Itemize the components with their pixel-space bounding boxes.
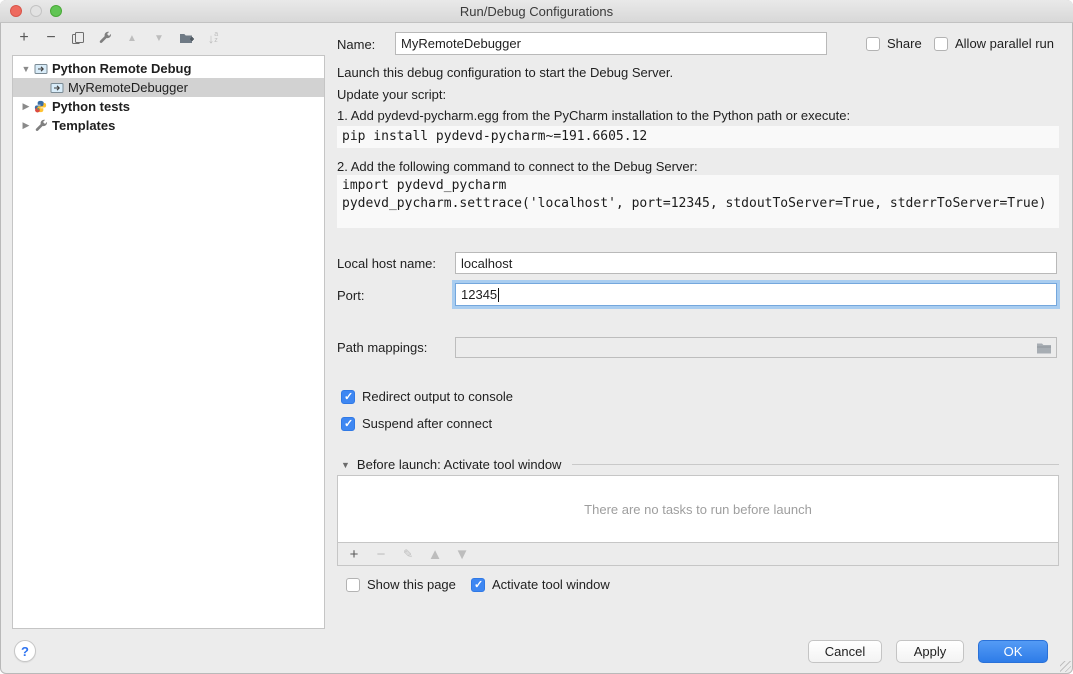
move-task-down-button[interactable]: ▼ (455, 547, 469, 561)
port-value: 12345 (461, 287, 497, 302)
suspend-after-connect-checkbox[interactable] (341, 417, 355, 431)
tree-item-label: Templates (52, 118, 115, 133)
pip-install-code: pip install pydevd-pycharm~=191.6605.12 (337, 126, 1059, 148)
browse-folder-button[interactable] (1036, 341, 1052, 358)
no-tasks-text: There are no tasks to run before launch (584, 502, 812, 517)
share-label: Share (887, 36, 922, 51)
add-configuration-button[interactable]: + (14, 28, 34, 48)
allow-parallel-checkbox-row: Allow parallel run (934, 36, 1054, 51)
activate-tool-window-checkbox[interactable] (471, 578, 485, 592)
sort-configurations-button[interactable]: ↓ az (203, 28, 223, 48)
templates-wrench-icon (34, 119, 49, 133)
remote-debug-config-icon (34, 62, 49, 76)
python-tests-icon (34, 100, 49, 114)
copy-icon (71, 31, 85, 45)
run-debug-configurations-dialog: Run/Debug Configurations + − ▲ ▼ ↓ az ▼ (0, 0, 1073, 674)
tree-item-label: Python tests (52, 99, 130, 114)
minimize-window-button[interactable] (30, 5, 42, 17)
section-divider (572, 464, 1059, 465)
new-folder-button[interactable] (176, 28, 196, 48)
name-input[interactable] (395, 32, 827, 55)
description-line-1: Launch this debug configuration to start… (337, 65, 673, 80)
tasks-toolbar: + − ✎ ▲ ▼ (337, 543, 1059, 566)
activate-tool-window-label: Activate tool window (492, 577, 610, 592)
allow-parallel-run-checkbox[interactable] (934, 37, 948, 51)
window-controls (10, 0, 62, 22)
edit-templates-button[interactable] (95, 28, 115, 48)
zoom-window-button[interactable] (50, 5, 62, 17)
add-task-button[interactable]: + (347, 547, 361, 561)
share-checkbox-row: Share (866, 36, 922, 51)
tree-item-myremotedebugger[interactable]: MyRemoteDebugger (13, 78, 324, 97)
settrace-code-line-1: import pydevd_pycharm (342, 178, 506, 193)
activate-tool-window-row: Activate tool window (471, 577, 610, 592)
apply-button[interactable]: Apply (896, 640, 964, 663)
text-cursor (498, 288, 499, 302)
expand-arrow-icon[interactable]: ▶ (19, 120, 33, 131)
expand-arrow-icon[interactable]: ▶ (19, 101, 33, 112)
path-mappings-field[interactable] (455, 337, 1057, 358)
show-this-page-checkbox[interactable] (346, 578, 360, 592)
resize-grip[interactable] (1060, 661, 1071, 672)
configurations-tree: ▼ Python Remote Debug MyRemoteDebugger ▶… (12, 55, 325, 629)
move-down-button[interactable]: ▼ (149, 28, 169, 48)
tree-item-templates[interactable]: ▶ Templates (13, 116, 324, 135)
redirect-output-checkbox[interactable] (341, 390, 355, 404)
step-1-text: 1. Add pydevd-pycharm.egg from the PyCha… (337, 108, 850, 123)
show-this-page-row: Show this page (346, 577, 456, 592)
name-label: Name: (337, 37, 375, 52)
settrace-code: import pydevd_pycharm pydevd_pycharm.sett… (337, 175, 1059, 228)
suspend-after-connect-label: Suspend after connect (362, 416, 492, 431)
edit-task-button[interactable]: ✎ (401, 547, 415, 561)
copy-configuration-button[interactable] (68, 28, 88, 48)
remove-task-button[interactable]: − (374, 547, 388, 561)
help-question-icon: ? (21, 644, 29, 659)
tree-item-python-remote-debug[interactable]: ▼ Python Remote Debug (13, 59, 324, 78)
cancel-button[interactable]: Cancel (808, 640, 882, 663)
path-mappings-label: Path mappings: (337, 340, 427, 355)
collapse-arrow-icon[interactable]: ▼ (341, 460, 350, 470)
tree-item-label: Python Remote Debug (52, 61, 191, 76)
before-launch-header[interactable]: ▼ Before launch: Activate tool window (341, 457, 1059, 472)
step-2-text: 2. Add the following command to connect … (337, 159, 698, 174)
local-host-name-label: Local host name: (337, 256, 436, 271)
redirect-output-label: Redirect output to console (362, 389, 513, 404)
configurations-toolbar: + − ▲ ▼ ↓ az (14, 28, 223, 48)
move-task-up-button[interactable]: ▲ (428, 547, 442, 561)
help-button[interactable]: ? (14, 640, 36, 662)
move-up-button[interactable]: ▲ (122, 28, 142, 48)
port-input[interactable]: 12345 (455, 283, 1057, 306)
description-line-2: Update your script: (337, 87, 446, 102)
share-checkbox[interactable] (866, 37, 880, 51)
wrench-icon (98, 31, 112, 45)
tree-item-label: MyRemoteDebugger (68, 80, 188, 95)
tree-item-python-tests[interactable]: ▶ Python tests (13, 97, 324, 116)
sort-az-icon: ↓ az (208, 31, 218, 46)
local-host-name-input[interactable] (455, 252, 1057, 274)
redirect-output-row: Redirect output to console (341, 389, 513, 404)
allow-parallel-run-label: Allow parallel run (955, 36, 1054, 51)
close-window-button[interactable] (10, 5, 22, 17)
remove-configuration-button[interactable]: − (41, 28, 61, 48)
new-folder-icon (179, 31, 194, 45)
port-label: Port: (337, 288, 364, 303)
dialog-buttons: Cancel Apply OK (808, 640, 1048, 663)
settrace-code-line-2: pydevd_pycharm.settrace('localhost', por… (342, 196, 1046, 211)
before-launch-label: Before launch: Activate tool window (357, 457, 562, 472)
suspend-after-connect-row: Suspend after connect (341, 416, 492, 431)
show-this-page-label: Show this page (367, 577, 456, 592)
collapse-arrow-icon[interactable]: ▼ (19, 64, 33, 74)
folder-icon (1036, 341, 1052, 355)
before-launch-tasks-list: There are no tasks to run before launch (337, 475, 1059, 543)
ok-button[interactable]: OK (978, 640, 1048, 663)
configuration-editor: Name: Share Allow parallel run Launch th… (337, 0, 1059, 674)
remote-debug-config-icon (50, 81, 65, 95)
